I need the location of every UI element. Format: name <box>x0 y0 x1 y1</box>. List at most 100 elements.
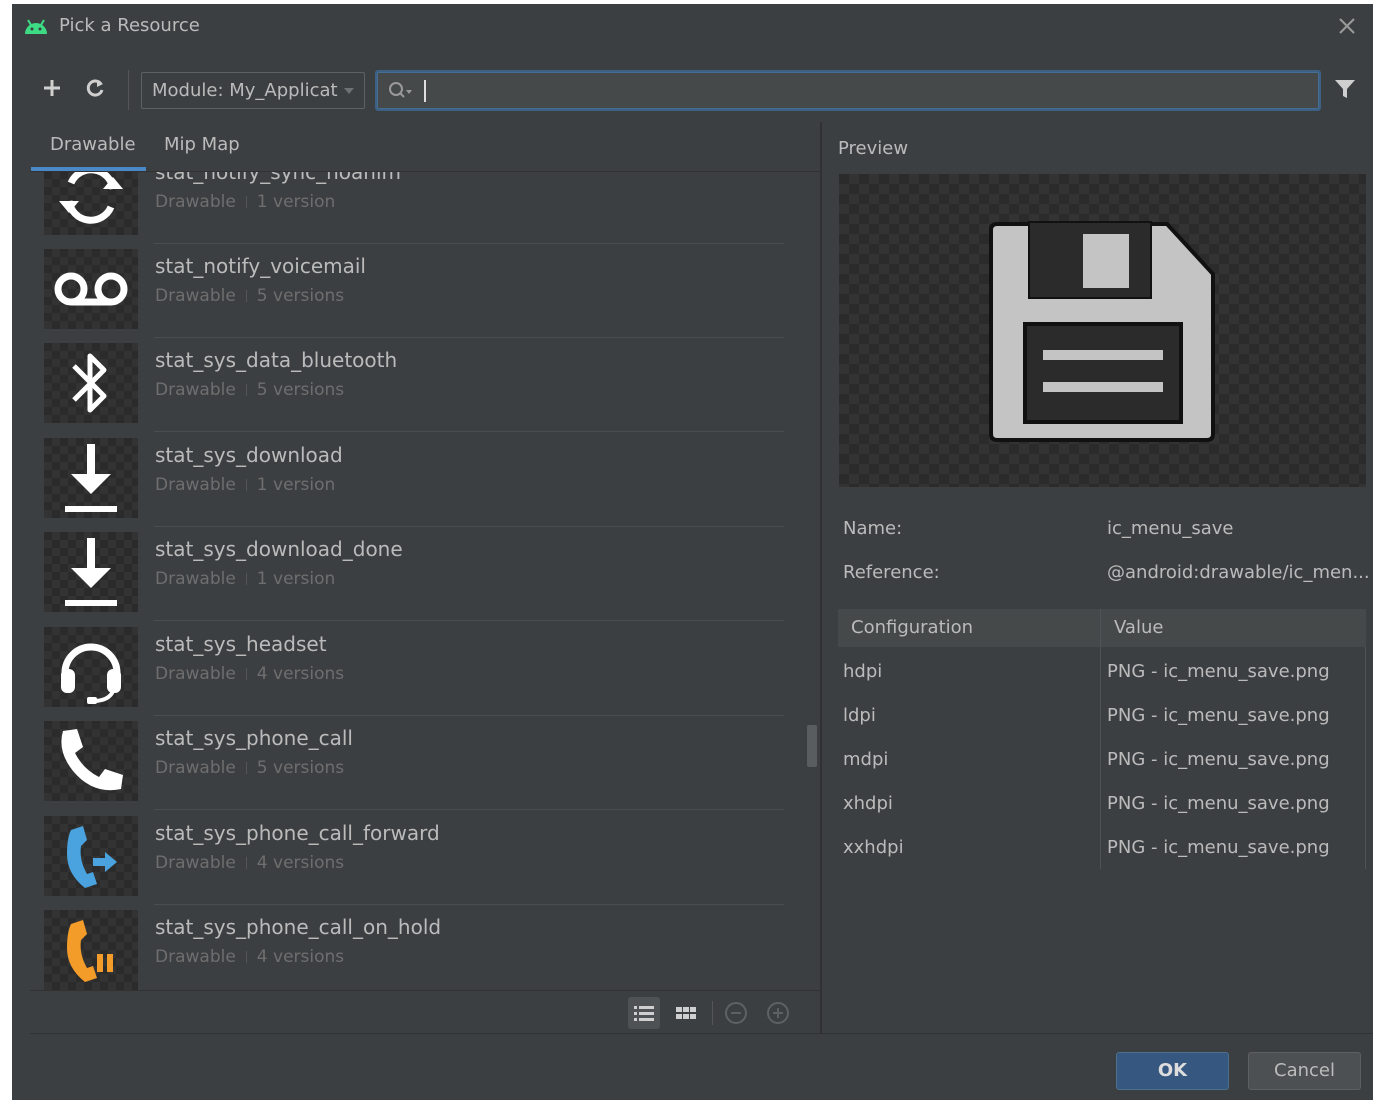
resource-meta: Drawable 1 version <box>155 192 335 212</box>
zoom-out-button[interactable] <box>720 997 752 1029</box>
config-value: PNG - ic_menu_save.png <box>1107 837 1330 858</box>
active-tab-indicator <box>31 167 146 171</box>
resource-versions: 4 versions <box>256 853 345 873</box>
resource-name: stat_sys_phone_call_on_hold <box>155 915 442 939</box>
close-icon[interactable] <box>1333 12 1361 40</box>
resource-name: stat_sys_download <box>155 443 343 467</box>
list-item[interactable]: stat_sys_phone_call_forward Drawable 4 ve… <box>30 811 805 905</box>
resource-type: Drawable <box>155 380 236 400</box>
table-row[interactable]: mdpi PNG - ic_menu_save.png <box>838 739 1366 783</box>
meta-separator <box>245 384 247 396</box>
refresh-icon <box>86 79 104 97</box>
resource-name: stat_sys_phone_call_forward <box>155 821 440 845</box>
resource-meta: Drawable 4 versions <box>155 853 344 873</box>
tab-mip-map[interactable]: Mip Map <box>164 134 240 155</box>
resource-name: stat_sys_phone_call <box>155 726 353 750</box>
column-header-value[interactable]: Value <box>1114 617 1163 638</box>
headset-icon <box>61 643 121 704</box>
download-icon <box>65 444 117 512</box>
meta-separator <box>245 196 247 208</box>
list-view-button[interactable] <box>628 997 660 1029</box>
meta-separator <box>245 762 247 774</box>
floppy-save-icon <box>989 221 1215 442</box>
list-item[interactable]: stat_notify_voicemail Drawable 5 versions <box>30 244 805 338</box>
list-view-icon <box>634 1006 654 1021</box>
meta-separator <box>245 951 247 963</box>
meta-separator <box>245 857 247 869</box>
panel-divider[interactable] <box>820 122 822 1034</box>
list-item[interactable]: stat_notify_sync_noanim Drawable 1 versio… <box>30 172 805 244</box>
module-dropdown[interactable]: Module: My_Applicat <box>141 72 365 109</box>
ok-button[interactable]: OK <box>1116 1052 1229 1090</box>
resource-thumbnail <box>44 532 138 612</box>
sync-icon <box>59 172 123 224</box>
row-divider <box>154 431 784 432</box>
configuration-table: Configuration Value hdpi PNG - ic_menu_s… <box>838 609 1366 869</box>
grid-view-button[interactable] <box>670 997 702 1029</box>
search-input[interactable] <box>425 78 1305 104</box>
resource-type: Drawable <box>155 853 236 873</box>
config-value: PNG - ic_menu_save.png <box>1107 749 1330 770</box>
resource-name: stat_sys_data_bluetooth <box>155 348 398 372</box>
resource-thumbnail <box>44 721 138 801</box>
resource-versions: 4 versions <box>256 947 345 967</box>
plus-icon <box>44 80 60 96</box>
pick-resource-dialog: Pick a Resource Module: My_Applicat Draw… <box>12 4 1373 1100</box>
list-item[interactable]: stat_sys_download_done Drawable 1 version <box>30 527 805 621</box>
resource-type: Drawable <box>155 569 236 589</box>
resource-type: Drawable <box>155 475 236 495</box>
list-item[interactable]: stat_sys_headset Drawable 4 versions <box>30 622 805 716</box>
table-row[interactable]: xhdpi PNG - ic_menu_save.png <box>838 783 1366 827</box>
table-row[interactable]: hdpi PNG - ic_menu_save.png <box>838 651 1366 695</box>
config-name: mdpi <box>843 749 889 770</box>
table-row[interactable]: xxhdpi PNG - ic_menu_save.png <box>838 827 1366 871</box>
filter-icon[interactable] <box>1332 76 1358 102</box>
scrollbar-thumb[interactable] <box>807 725 817 767</box>
resource-versions: 1 version <box>256 192 336 212</box>
column-header-configuration[interactable]: Configuration <box>851 617 973 638</box>
meta-separator <box>245 668 247 680</box>
refresh-button[interactable] <box>79 72 111 104</box>
table-row[interactable]: ldpi PNG - ic_menu_save.png <box>838 695 1366 739</box>
preview-heading: Preview <box>838 138 909 159</box>
resource-meta: Drawable 5 versions <box>155 380 344 400</box>
resource-versions: 5 versions <box>256 380 345 400</box>
name-label: Name: <box>843 518 903 539</box>
resource-type: Drawable <box>155 286 236 306</box>
resource-type: Drawable <box>155 192 236 212</box>
preview-image-area <box>839 174 1366 487</box>
phone-icon <box>61 729 123 791</box>
row-divider <box>154 620 784 621</box>
module-dropdown-label: Module: My_Applicat <box>152 80 338 101</box>
list-item[interactable]: stat_sys_download Drawable 1 version <box>30 433 805 527</box>
tab-drawable[interactable]: Drawable <box>50 134 136 155</box>
android-icon <box>25 19 47 34</box>
resource-versions: 1 version <box>256 569 336 589</box>
preview-panel: Preview Name: ic_menu_save Reference: @a… <box>836 122 1370 1034</box>
config-name: xxhdpi <box>843 837 904 858</box>
zoom-in-icon <box>767 1002 789 1024</box>
resource-versions: 4 versions <box>256 664 345 684</box>
config-value: PNG - ic_menu_save.png <box>1107 705 1330 726</box>
grid-view-icon <box>676 1007 696 1019</box>
list-item[interactable]: stat_sys_data_bluetooth Drawable 5 versio… <box>30 338 805 432</box>
resource-versions: 5 versions <box>256 758 345 778</box>
add-resource-button[interactable] <box>36 72 68 104</box>
view-options-bar <box>30 990 820 1034</box>
zoom-out-icon <box>725 1002 747 1024</box>
table-header: Configuration Value <box>838 609 1366 647</box>
search-icon <box>389 82 412 98</box>
cancel-button[interactable]: Cancel <box>1248 1052 1361 1090</box>
search-box[interactable] <box>375 70 1321 111</box>
list-item[interactable]: stat_sys_phone_call Drawable 5 versions <box>30 716 805 810</box>
config-value: PNG - ic_menu_save.png <box>1107 661 1330 682</box>
resource-thumbnail <box>44 343 138 423</box>
reference-label: Reference: <box>843 562 940 583</box>
list-scrollbar[interactable] <box>805 172 819 990</box>
name-value: ic_menu_save <box>1107 518 1234 539</box>
config-name: xhdpi <box>843 793 893 814</box>
voicemail-icon <box>54 272 128 306</box>
zoom-in-button[interactable] <box>762 997 794 1029</box>
list-item[interactable]: stat_sys_phone_call_on_hold Drawable 4 ve… <box>30 905 805 990</box>
chevron-down-icon <box>344 88 354 94</box>
